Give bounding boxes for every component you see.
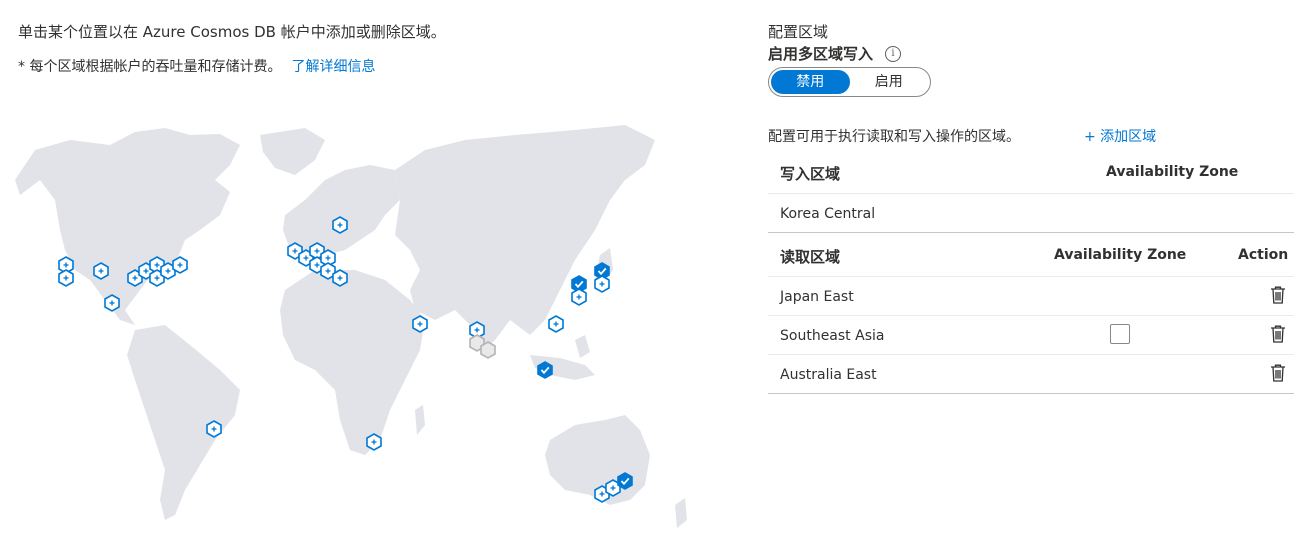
region-marker[interactable] — [58, 269, 74, 287]
toggle-enable-option[interactable]: 启用 — [850, 70, 929, 94]
divider — [768, 354, 1294, 355]
region-marker-selected-australia-east[interactable] — [617, 472, 633, 490]
write-region-header: 写入区域 — [780, 165, 841, 183]
config-title: 配置区域 — [768, 23, 829, 41]
divider — [768, 393, 1294, 394]
region-marker[interactable] — [594, 275, 610, 293]
read-region-australia-east: Australia East — [780, 367, 877, 383]
region-marker[interactable] — [104, 294, 120, 312]
map-instructions: 单击某个位置以在 Azure Cosmos DB 帐户中添加或删除区域。 — [18, 23, 446, 41]
continents — [15, 125, 687, 528]
region-map-panel: 单击某个位置以在 Azure Cosmos DB 帐户中添加或删除区域。 * 每… — [0, 0, 740, 544]
region-marker[interactable] — [332, 269, 348, 287]
read-region-southeast-asia: Southeast Asia — [780, 328, 885, 344]
region-marker-selected-southeast-asia[interactable] — [537, 361, 553, 379]
region-config-panel: 配置区域 启用多区域写入 i 禁用 启用 配置可用于执行读取和写入操作的区域。 … — [768, 0, 1298, 544]
delete-icon[interactable] — [1270, 364, 1286, 382]
delete-icon[interactable] — [1270, 286, 1286, 304]
region-marker[interactable] — [548, 315, 564, 333]
write-regions-table: 写入区域 Availability Zone Korea Central — [768, 152, 1294, 233]
read-region-header: 读取区域 — [780, 248, 841, 266]
region-marker[interactable] — [412, 315, 428, 333]
read-az-header: Availability Zone — [1054, 247, 1187, 263]
write-region-korea-central: Korea Central — [780, 206, 876, 222]
billing-note: * 每个区域根据帐户的吞吐量和存储计费。 了解详细信息 — [18, 56, 375, 76]
region-marker[interactable] — [571, 288, 587, 306]
write-az-header: Availability Zone — [1106, 164, 1239, 180]
region-marker[interactable] — [93, 262, 109, 280]
add-region-link[interactable]: + 添加区域 — [1084, 126, 1156, 146]
billing-note-text: * 每个区域根据帐户的吞吐量和存储计费。 — [18, 59, 282, 75]
info-icon[interactable]: i — [885, 45, 902, 62]
read-regions-table: 读取区域 Availability Zone Action Japan East… — [768, 233, 1294, 395]
world-map[interactable] — [15, 120, 715, 540]
toggle-disable-option[interactable]: 禁用 — [771, 70, 850, 94]
divider — [768, 315, 1294, 316]
config-description: 配置可用于执行读取和写入操作的区域。 — [768, 129, 1020, 145]
multi-write-label: 启用多区域写入 i — [768, 43, 902, 64]
divider — [768, 193, 1294, 194]
learn-more-link[interactable]: 了解详细信息 — [291, 59, 375, 75]
region-marker[interactable] — [172, 256, 188, 274]
region-marker[interactable] — [206, 420, 222, 438]
read-action-header: Action — [1238, 247, 1289, 263]
region-marker[interactable] — [366, 433, 382, 451]
multi-write-toggle[interactable]: 禁用 启用 — [768, 67, 931, 97]
region-marker[interactable] — [332, 216, 348, 234]
divider — [768, 276, 1294, 277]
read-region-japan-east: Japan East — [780, 289, 854, 305]
availability-zone-checkbox[interactable] — [1110, 324, 1130, 344]
multi-write-label-text: 启用多区域写入 — [768, 45, 874, 63]
region-marker-unavailable[interactable] — [480, 341, 496, 359]
world-map-svg — [15, 125, 687, 528]
delete-icon[interactable] — [1270, 325, 1286, 343]
